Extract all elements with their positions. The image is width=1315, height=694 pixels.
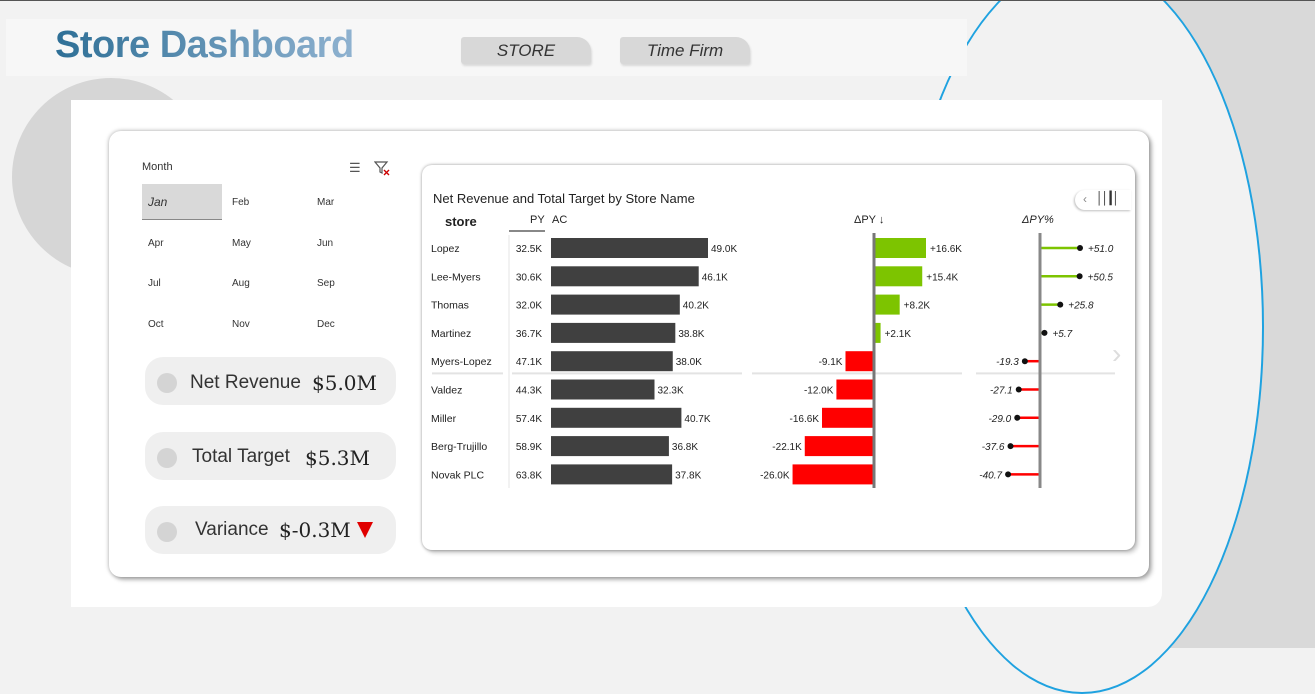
py-value-label: 63.8K bbox=[516, 470, 542, 481]
ac-bar bbox=[551, 436, 669, 457]
delta-py-label: -22.1K bbox=[772, 442, 802, 453]
ac-bar bbox=[551, 294, 680, 315]
delta-py-bar bbox=[845, 351, 874, 372]
delta-py-pct-label: -37.6 bbox=[982, 442, 1005, 453]
py-value-label: 32.5K bbox=[516, 244, 542, 255]
py-value-label: 36.7K bbox=[516, 329, 542, 340]
delta-py-bar bbox=[874, 294, 900, 315]
delta-py-pct-label: -29.0 bbox=[988, 414, 1011, 425]
delta-py-pct-label: +25.8 bbox=[1068, 301, 1094, 312]
delta-py-label: -16.6K bbox=[790, 414, 820, 425]
delta-py-pct-label: -40.7 bbox=[979, 470, 1002, 481]
chart-plot: Lopez 32.5K 49.0K +16.6K +51.0 Lee-Myers 30.6K… bbox=[431, 230, 1115, 488]
ac-value-label: 37.8K bbox=[675, 470, 701, 481]
delta-py-bar bbox=[836, 379, 874, 400]
ac-bar bbox=[551, 322, 676, 343]
store-name-label: Valdez bbox=[431, 385, 462, 397]
delta-py-label: -9.1K bbox=[819, 357, 843, 368]
store-name-label: Thomas bbox=[431, 300, 469, 312]
delta-py-label: +2.1K bbox=[885, 329, 912, 340]
ac-value-label: 40.2K bbox=[683, 301, 709, 312]
delta-py-bar bbox=[874, 266, 923, 287]
store-name-label: Miller bbox=[431, 413, 457, 425]
py-value-label: 32.0K bbox=[516, 301, 542, 312]
ac-value-label: 36.8K bbox=[672, 442, 698, 453]
ac-value-label: 49.0K bbox=[711, 244, 737, 255]
delta-py-bar bbox=[822, 407, 874, 428]
ac-bar bbox=[551, 351, 673, 372]
py-value-label: 57.4K bbox=[516, 414, 542, 425]
delta-py-pct-dot bbox=[1077, 245, 1083, 251]
ac-bar bbox=[551, 379, 655, 400]
py-value-label: 58.9K bbox=[516, 442, 542, 453]
delta-py-pct-label: +51.0 bbox=[1088, 244, 1114, 255]
chevron-right-icon[interactable]: › bbox=[1112, 338, 1121, 370]
ac-value-label: 32.3K bbox=[657, 386, 683, 397]
delta-py-label: +15.4K bbox=[926, 272, 958, 283]
delta-py-pct-label: +5.7 bbox=[1052, 329, 1072, 340]
delta-py-label: +8.2K bbox=[904, 301, 931, 312]
delta-py-pct-dot bbox=[1014, 414, 1021, 421]
delta-py-pct-dot bbox=[1076, 273, 1083, 280]
ac-bar bbox=[551, 407, 682, 428]
ac-value-label: 46.1K bbox=[702, 272, 728, 283]
py-value-label: 47.1K bbox=[516, 357, 542, 368]
delta-py-label: -26.0K bbox=[760, 470, 790, 481]
ac-bar bbox=[551, 266, 699, 287]
delta-py-pct-dot bbox=[1015, 386, 1022, 393]
delta-py-label: +16.6K bbox=[930, 244, 962, 255]
ac-value-label: 38.8K bbox=[678, 329, 704, 340]
delta-py-pct-dot bbox=[1021, 358, 1028, 365]
ac-value-label: 38.0K bbox=[676, 357, 702, 368]
store-name-label: Lopez bbox=[431, 243, 460, 255]
store-name-label: Berg-Trujillo bbox=[431, 441, 487, 453]
delta-py-label: -12.0K bbox=[804, 386, 834, 397]
store-name-label: Novak PLC bbox=[431, 469, 485, 481]
store-name-label: Lee-Myers bbox=[431, 271, 481, 283]
delta-py-pct-label: +50.5 bbox=[1088, 272, 1114, 283]
py-value-label: 44.3K bbox=[516, 386, 542, 397]
store-name-label: Myers-Lopez bbox=[431, 356, 492, 368]
py-value-label: 30.6K bbox=[516, 272, 542, 283]
ac-bar bbox=[551, 464, 673, 485]
store-name-label: Martinez bbox=[431, 328, 471, 340]
delta-py-pct-dot bbox=[1041, 329, 1048, 336]
delta-py-bar bbox=[874, 238, 926, 258]
delta-py-pct-label: -19.3 bbox=[996, 357, 1019, 368]
delta-py-bar bbox=[792, 464, 874, 485]
delta-py-bar bbox=[804, 436, 874, 457]
delta-py-pct-dot bbox=[1057, 301, 1064, 308]
delta-py-pct-label: -27.1 bbox=[990, 386, 1013, 397]
delta-py-pct-dot bbox=[1005, 471, 1012, 478]
delta-py-pct-dot bbox=[1007, 443, 1014, 450]
ac-bar bbox=[551, 238, 708, 258]
ac-value-label: 40.7K bbox=[684, 414, 710, 425]
